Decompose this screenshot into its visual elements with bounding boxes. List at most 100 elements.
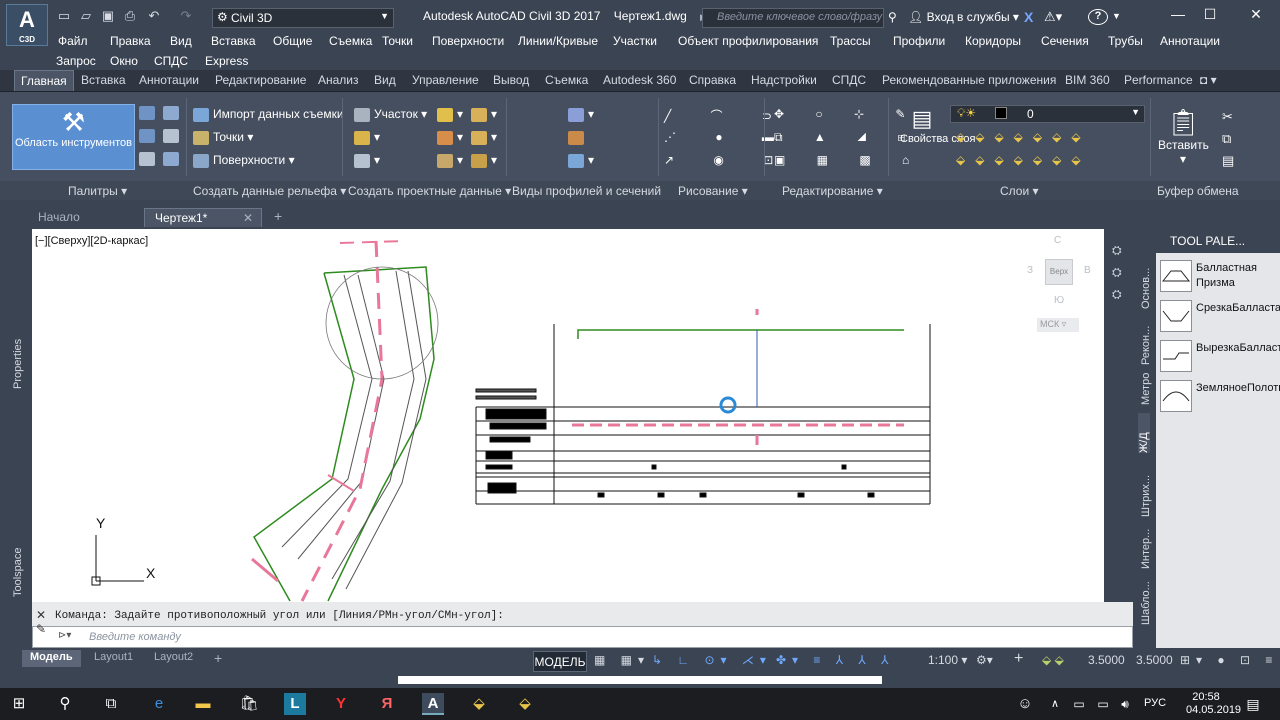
- yandex-browser-icon[interactable]: Я: [376, 693, 398, 715]
- tab-home[interactable]: Главная: [14, 70, 74, 91]
- palette-tab[interactable]: Ж/Д: [1138, 413, 1150, 453]
- menu-item[interactable]: Файл: [58, 34, 88, 48]
- tab-survey[interactable]: Съемка: [545, 73, 588, 87]
- menu-item[interactable]: Линии/Кривые: [518, 34, 598, 48]
- windows-start-icon[interactable]: ⊞: [8, 693, 30, 715]
- tab-autodesk360[interactable]: Autodesk 360: [603, 73, 676, 87]
- profile-button[interactable]: ▾: [437, 130, 463, 145]
- binoculars-icon[interactable]: ⚲: [888, 10, 897, 24]
- palette-item[interactable]: Балластная Призма: [1160, 258, 1278, 296]
- maximize-button[interactable]: ☐: [1198, 6, 1222, 24]
- store-icon[interactable]: 🛍︎: [238, 693, 260, 715]
- command-prompt-icon[interactable]: ⊳▾: [58, 630, 80, 644]
- app-taskbar-icon[interactable]: ⬙: [514, 693, 536, 715]
- tab-featured-apps[interactable]: Рекомендованные приложения: [882, 73, 1056, 87]
- file-explorer-icon[interactable]: ▬: [192, 693, 214, 715]
- menu-item[interactable]: Участки: [613, 34, 657, 48]
- panel-label-create-design[interactable]: Создать проектные данные ▾: [348, 184, 511, 198]
- layer-properties-button[interactable]: ▤ Свойства слоя: [900, 106, 975, 146]
- intersection-button[interactable]: ▾: [471, 107, 497, 122]
- paste-button[interactable]: 📋︎ Вставить ▾: [1158, 106, 1209, 166]
- menu-item[interactable]: СПДС: [154, 54, 188, 68]
- autocad-taskbar-icon[interactable]: A: [422, 693, 444, 715]
- tab-layout2[interactable]: Layout2: [146, 650, 201, 667]
- tray-arrow-icon[interactable]: ∧: [1044, 693, 1066, 715]
- palette-tab[interactable]: Штрих...: [1140, 461, 1152, 517]
- minimize-button[interactable]: —: [1166, 6, 1190, 24]
- panel-label-palettes[interactable]: Палитры ▾: [68, 184, 127, 198]
- section-view-button[interactable]: ▾: [568, 153, 594, 168]
- clipboard-tools[interactable]: ✂ ⧉ ▤: [1222, 106, 1234, 172]
- toolspace-tab[interactable]: Toolspace: [12, 517, 24, 597]
- viewcube-west[interactable]: З: [1027, 265, 1033, 276]
- new-file-icon[interactable]: ▭: [56, 9, 72, 23]
- panel-label-modify[interactable]: Редактирование ▾: [782, 184, 883, 198]
- command-input[interactable]: Введите команду: [32, 626, 1133, 648]
- menu-item[interactable]: Аннотации: [1160, 34, 1220, 48]
- monitor-icon[interactable]: ▭: [1092, 693, 1114, 715]
- new-tab-button[interactable]: +: [264, 208, 292, 227]
- assembly-button[interactable]: ▾: [471, 130, 497, 145]
- menu-item[interactable]: Профили: [893, 34, 945, 48]
- palette-icon[interactable]: [163, 129, 179, 143]
- feature-line-button[interactable]: ▾: [354, 130, 380, 145]
- autodesk-a360-icon[interactable]: ⚠▾: [1044, 9, 1062, 25]
- palette-tools-icons[interactable]: ⛭ ⛭ ⛭: [1112, 239, 1122, 305]
- osnap-icons[interactable]: ✤▾ ≡ ⅄ ⅄ ⅄: [776, 653, 894, 667]
- pipe-network-button[interactable]: ▾: [471, 153, 497, 168]
- task-view-icon[interactable]: ⧉: [100, 693, 122, 715]
- network-icon[interactable]: ▭: [1068, 693, 1090, 715]
- close-window-button[interactable]: ✕: [1244, 6, 1268, 24]
- tab-addins[interactable]: Надстройки: [751, 73, 817, 87]
- layer-state-icon[interactable]: ⬙ ⬙: [1042, 653, 1064, 667]
- menu-item[interactable]: Вид: [170, 34, 192, 48]
- drawing-canvas[interactable]: [−][Сверху][2D-каркас] Y X С З Верх В Ю …: [32, 229, 1104, 602]
- open-folder-icon[interactable]: ▱: [78, 9, 94, 23]
- modify-tools-row[interactable]: ✥ ○ ⊹ ✎: [774, 107, 919, 121]
- palette-tab[interactable]: Метро: [1140, 365, 1152, 405]
- draw-tools-row[interactable]: ╱ ⌒ ⊃: [664, 107, 790, 124]
- exchange-icon[interactable]: X: [1024, 9, 1033, 25]
- palette-item[interactable]: ВырезкаБалласта: [1160, 338, 1280, 376]
- menu-item[interactable]: Поверхности: [432, 34, 504, 48]
- alignment-button[interactable]: ▾: [437, 107, 463, 122]
- search-input[interactable]: Введите ключевое слово/фразу: [702, 8, 884, 28]
- menu-item[interactable]: Запрос: [56, 54, 96, 68]
- palette-tab[interactable]: Шабло...: [1140, 569, 1152, 625]
- menu-item[interactable]: Окно: [110, 54, 138, 68]
- undo-icon[interactable]: ↶: [146, 9, 162, 23]
- profile-view-button[interactable]: ▾: [568, 107, 594, 122]
- menu-item[interactable]: Общие: [273, 34, 312, 48]
- corridor-button[interactable]: ▾: [437, 153, 463, 168]
- parcel-button[interactable]: Участок ▾: [354, 107, 427, 122]
- panel-label-draw[interactable]: Рисование ▾: [678, 184, 748, 198]
- import-survey-button[interactable]: Импорт данных съемки: [193, 107, 344, 122]
- surfaces-button[interactable]: Поверхности ▾: [193, 153, 295, 168]
- tab-insert[interactable]: Вставка: [81, 73, 126, 87]
- tab-performance[interactable]: Performance: [1124, 73, 1193, 87]
- search-icon[interactable]: ⚲: [54, 693, 76, 715]
- palette-tab[interactable]: Интер...: [1140, 519, 1152, 569]
- status-tools-icons[interactable]: ⊞▾ ● ⊡ ≡: [1180, 653, 1278, 667]
- tab-help[interactable]: Справка: [689, 73, 736, 87]
- properties-tab[interactable]: Properties: [12, 309, 24, 389]
- tab-spds[interactable]: СПДС: [832, 73, 866, 87]
- menu-item[interactable]: Трассы: [830, 34, 871, 48]
- tab-model[interactable]: Модель: [22, 650, 81, 667]
- tab-modify[interactable]: Редактирование: [215, 73, 306, 87]
- tab-layout1[interactable]: Layout1: [86, 650, 141, 667]
- tab-analyze[interactable]: Анализ: [318, 73, 359, 87]
- menu-item[interactable]: Правка: [110, 34, 151, 48]
- tab-drawing1[interactable]: Чертеж1* ✕: [144, 208, 262, 227]
- tab-view[interactable]: Вид: [374, 73, 396, 87]
- ortho-polar-icons[interactable]: ↳ ∟ ⊙▾ ⋌▾: [652, 653, 772, 667]
- palette-tab[interactable]: Основ...: [1140, 253, 1152, 309]
- viewcube-south[interactable]: Ю: [1054, 295, 1064, 306]
- notifications-icon[interactable]: ▤: [1242, 693, 1264, 715]
- palette-icon[interactable]: [163, 106, 179, 120]
- tab-start[interactable]: Начало: [28, 208, 90, 227]
- gear-icon[interactable]: ⚙▾: [976, 653, 993, 667]
- tab-annotate[interactable]: Аннотации: [139, 73, 199, 87]
- viewcube-north[interactable]: С: [1054, 235, 1061, 246]
- ucs-menu[interactable]: МСК ▿: [1037, 318, 1079, 332]
